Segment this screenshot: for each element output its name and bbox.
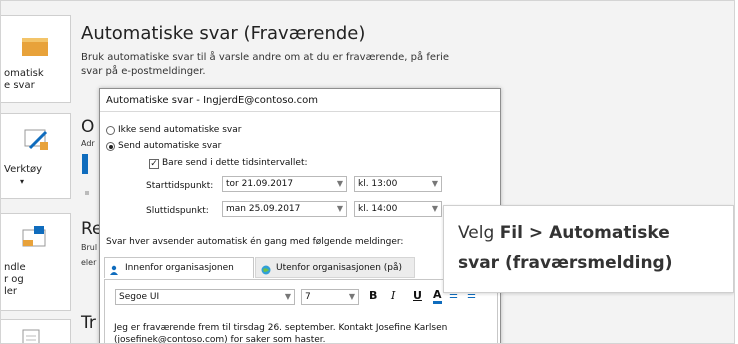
section-re-desc-2: eler (81, 258, 97, 267)
outlook-info-pane: omatisk e svar Verktøy ▾ ndle r og ler A… (0, 0, 735, 344)
auto-reply-tile-label-1: omatisk (4, 68, 44, 79)
tools-tile-label: Verktøy (4, 164, 43, 175)
rules-tile-label-2: r og (4, 274, 24, 285)
message-line-1: Jeg er fraværende frem til tirsdag 26. s… (114, 323, 448, 333)
manage-tile[interactable] (1, 319, 71, 343)
end-date-value: man 25.09.2017 (226, 204, 301, 214)
underline-button[interactable]: U (413, 289, 422, 302)
auto-reply-desc-2: svar på e-postmeldinger. (81, 66, 206, 77)
start-date-value: tor 21.09.2017 (226, 179, 294, 189)
chevron-down-icon: ▾ (20, 177, 25, 186)
tools-icon (22, 126, 52, 154)
chevron-down-icon: ▼ (336, 204, 343, 213)
people-icon (110, 263, 120, 275)
callout-file: Fil (499, 223, 523, 243)
callout-prefix: Velg (458, 223, 500, 243)
font-color-button[interactable]: A (433, 289, 442, 304)
end-time-select[interactable]: kl. 14:00 ▼ (354, 201, 442, 217)
storage-bar (82, 154, 88, 174)
chevron-down-icon: ▼ (348, 292, 355, 301)
chevron-down-icon: ▼ (431, 204, 438, 213)
message-body[interactable]: Jeg er fraværende frem til tirsdag 26. s… (114, 322, 494, 344)
callout-line-2: svar (fraværsmelding) (458, 253, 673, 273)
rules-tile-label-3: ler (4, 286, 18, 297)
end-time-label: Sluttidspunkt: (146, 206, 209, 216)
radio-do-not-send[interactable] (106, 126, 115, 135)
auto-reply-title: Automatiske svar (Fraværende) (81, 23, 366, 44)
start-time-value: kl. 13:00 (358, 179, 398, 189)
auto-reply-tile[interactable]: omatisk e svar (1, 15, 71, 103)
font-name-value: Segoe UI (119, 292, 160, 302)
instruction-callout: Velg Fil > Automatiske svar (fraværsmeld… (443, 205, 734, 293)
reply-once-label: Svar hver avsender automatisk én gang me… (106, 237, 404, 247)
start-date-select[interactable]: tor 21.09.2017 ▼ (222, 176, 347, 192)
start-time-select[interactable]: kl. 13:00 ▼ (354, 176, 442, 192)
callout-text: Velg Fil > Automatiske svar (fraværsmeld… (458, 218, 673, 278)
radio-send-label: Send automatiske svar (118, 141, 222, 151)
time-range-label: Bare send i dette tidsintervallet: (162, 158, 308, 168)
globe-icon (261, 263, 271, 275)
message-line-2: (josefinek@contoso.com) for saker som ha… (114, 335, 326, 344)
auto-reply-desc-1: Bruk automatiske svar til å varsle andre… (81, 52, 450, 63)
dialog-title: Automatiske svar - IngjerdE@contoso.com (106, 95, 318, 106)
radio-do-not-send-label: Ikke send automatiske svar (118, 125, 242, 135)
rules-icon (20, 224, 50, 252)
callout-separator: > (522, 223, 550, 243)
section-tr-title: Tr (81, 313, 96, 333)
time-range-checkbox[interactable]: ✓ (149, 159, 159, 169)
callout-auto: Automatiske (549, 223, 670, 243)
auto-reply-icon (20, 36, 50, 58)
start-time-label: Starttidspunkt: (146, 181, 214, 191)
radio-send[interactable] (106, 142, 115, 151)
section-re-desc-1: Brul (81, 243, 98, 252)
font-size-select[interactable]: 7 ▼ (301, 289, 359, 305)
document-icon (20, 328, 44, 343)
handle-rules-tile[interactable]: ndle r og ler (1, 213, 71, 311)
section-o-title: O (81, 117, 95, 137)
tab-inside-organization[interactable]: Innenfor organisasjonen (104, 257, 254, 278)
rules-tile-label-1: ndle (4, 262, 26, 273)
font-size-value: 7 (305, 292, 311, 302)
auto-reply-dialog: Automatiske svar - IngjerdE@contoso.com … (99, 88, 501, 344)
tab-outside-label: Utenfor organisasjonen (på) (276, 263, 403, 273)
section-o-desc: Adr (81, 139, 95, 148)
bold-button[interactable]: B (369, 289, 377, 302)
storage-bar-dot (85, 191, 89, 195)
font-name-select[interactable]: Segoe UI ▼ (115, 289, 295, 305)
dialog-title-divider (100, 111, 500, 112)
end-date-select[interactable]: man 25.09.2017 ▼ (222, 201, 347, 217)
tools-tile[interactable]: Verktøy ▾ (1, 113, 71, 199)
chevron-down-icon: ▼ (431, 179, 438, 188)
tab-inside-label: Innenfor organisasjonen (125, 263, 234, 273)
chevron-down-icon: ▼ (336, 179, 343, 188)
tab-outside-organization[interactable]: Utenfor organisasjonen (på) (255, 257, 415, 278)
auto-reply-tile-label-2: e svar (4, 80, 35, 91)
end-time-value: kl. 14:00 (358, 204, 398, 214)
italic-button[interactable]: I (391, 289, 395, 302)
chevron-down-icon: ▼ (284, 292, 291, 301)
